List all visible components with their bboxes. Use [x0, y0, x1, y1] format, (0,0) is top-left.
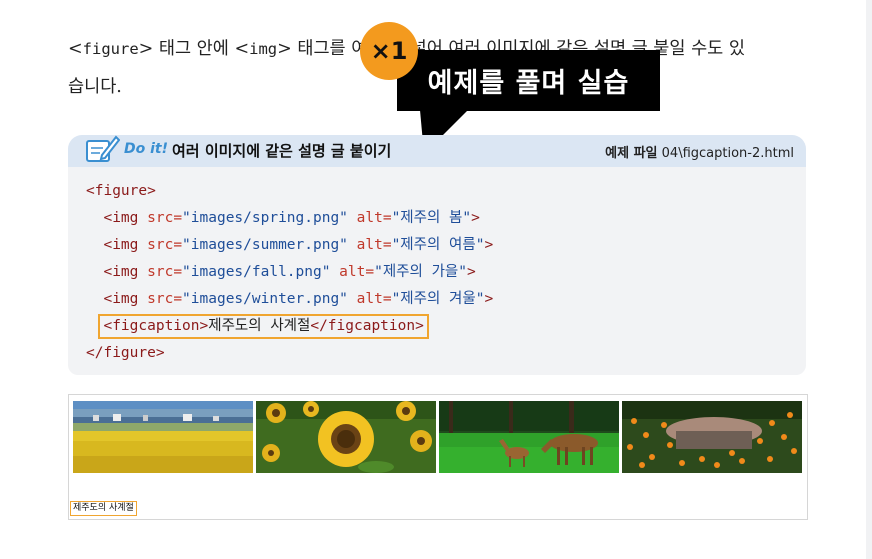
example-file-path: 04\figcaption-2.html — [661, 146, 794, 161]
img-tag: <img — [103, 237, 148, 253]
alt-attr: alt= — [347, 210, 392, 226]
figcaption-preview: 제주도의 사계절 — [70, 501, 137, 516]
figure-open-tag: <figure> — [86, 183, 156, 199]
times-one-badge: ×1 — [360, 22, 418, 80]
browser-preview: 제주도의 사계절 — [68, 394, 808, 520]
src-value: "images/spring.png" — [182, 210, 348, 226]
alt-value: "제주의 여름" — [391, 237, 485, 253]
img-tag: <img — [103, 264, 148, 280]
winter-photo — [622, 401, 802, 473]
tag-close: > — [484, 237, 494, 253]
code-block: <figure> <img src="images/spring.png" al… — [68, 167, 806, 375]
src-attr: src= — [147, 291, 183, 307]
tag-close: > — [467, 264, 476, 280]
figure-close-tag: </figure> — [86, 345, 165, 361]
code-lines: <figure> <img src="images/spring.png" al… — [86, 178, 493, 367]
code-line: <img src="images/summer.png" alt="제주의 여름… — [86, 232, 493, 259]
alt-value: "제주의 가을" — [374, 264, 467, 280]
figcaption-close-tag: </figcaption> — [310, 318, 424, 334]
spring-photo — [73, 401, 253, 473]
code-line: <img src="images/winter.png" alt="제주의 겨울… — [86, 286, 493, 313]
src-value: "images/fall.png" — [182, 264, 331, 280]
fall-photo — [439, 401, 619, 473]
img-tag: <img — [103, 210, 148, 226]
img-tag-inline: img — [249, 40, 278, 58]
figcaption-text: 제주도의 사계절 — [208, 318, 311, 334]
alt-value: "제주의 겨울" — [391, 291, 485, 307]
src-value: "images/summer.png" — [182, 237, 348, 253]
doit-label: Do it! — [124, 141, 168, 157]
figure-tag-inline: figure — [82, 40, 139, 58]
figcaption-highlight: <figcaption>제주도의 사계절</figcaption> — [98, 314, 429, 339]
intro-text: 태그 안에 — [153, 39, 235, 59]
tag-close: > — [471, 210, 480, 226]
code-line: <figcaption>제주도의 사계절</figcaption> — [86, 313, 493, 340]
doit-title: 여러 이미지에 같은 설명 글 붙이기 — [172, 142, 392, 160]
page-edge — [866, 0, 872, 559]
code-line: <figure> — [86, 178, 493, 205]
src-value: "images/winter.png" — [182, 291, 348, 307]
code-line: </figure> — [86, 340, 493, 367]
example-file-label: 예제 파일 — [605, 146, 658, 161]
src-attr: src= — [147, 264, 183, 280]
example-file: 예제 파일 04\figcaption-2.html — [605, 142, 794, 161]
doit-header: Do it! 여러 이미지에 같은 설명 글 붙이기 예제 파일 04\figc… — [68, 135, 806, 167]
alt-attr: alt= — [347, 237, 392, 253]
src-attr: src= — [147, 237, 183, 253]
img-tag: <img — [103, 291, 148, 307]
tag-close: > — [484, 291, 494, 307]
alt-value: "제주의 봄" — [391, 210, 472, 226]
figcaption-open-tag: <figcaption> — [103, 318, 209, 334]
summer-photo — [256, 401, 436, 473]
src-attr: src= — [147, 210, 183, 226]
code-line: <img src="images/fall.png" alt="제주의 가을"> — [86, 259, 493, 286]
alt-attr: alt= — [330, 264, 375, 280]
alt-attr: alt= — [347, 291, 392, 307]
pencil-note-icon — [86, 135, 120, 162]
code-line: <img src="images/spring.png" alt="제주의 봄"… — [86, 205, 493, 232]
practice-callout: 예제를 풀며 실습 — [397, 50, 660, 111]
